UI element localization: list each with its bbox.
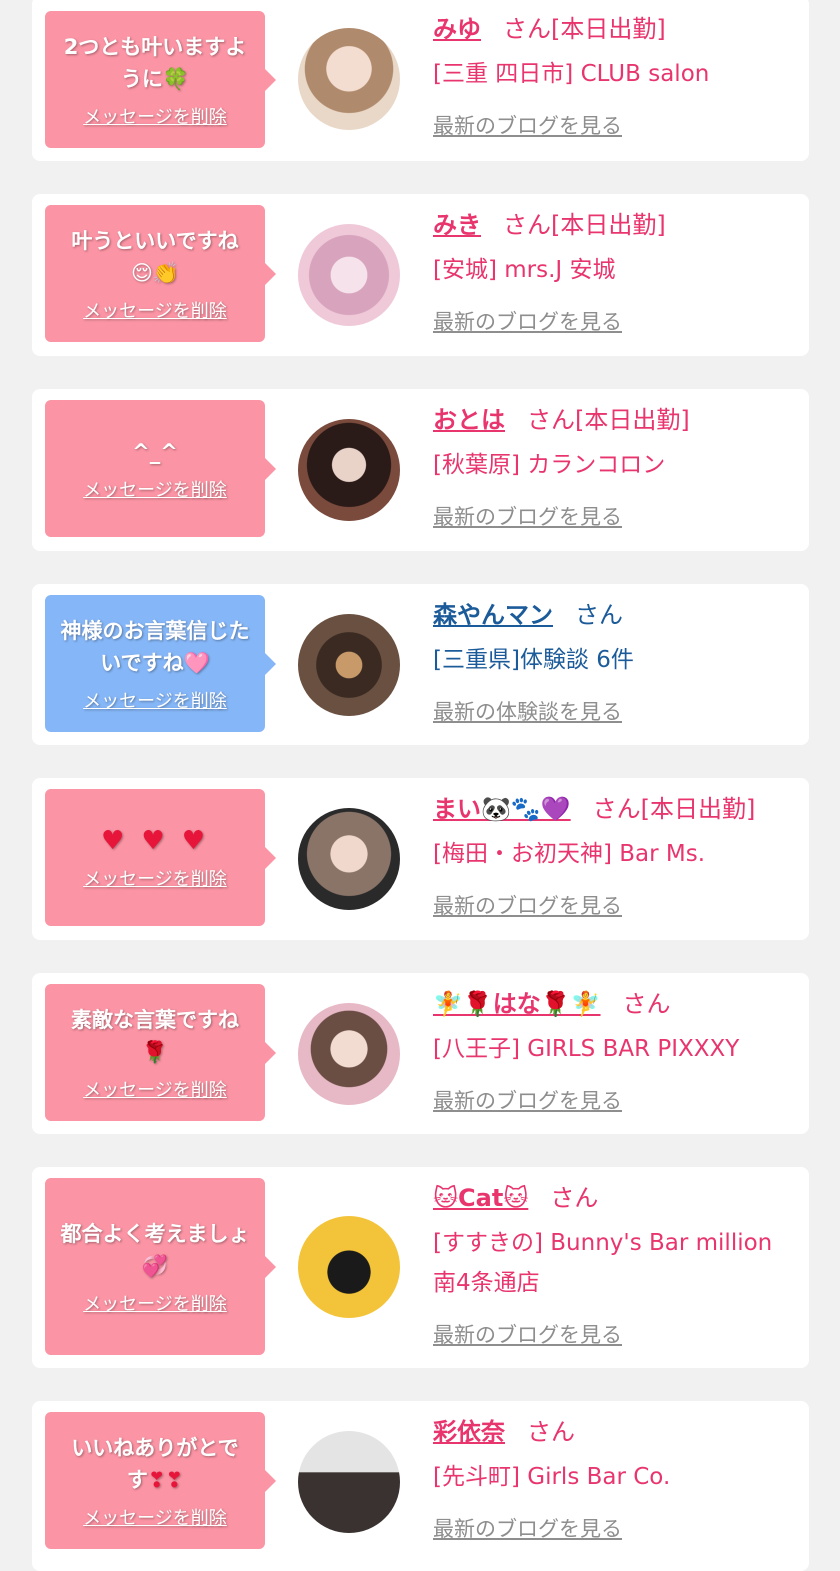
avatar[interactable] xyxy=(298,224,400,326)
shop-name: [秋葉原] カランコロン xyxy=(433,452,666,478)
avatar[interactable] xyxy=(298,1431,400,1533)
rose-icon: 🌹 xyxy=(141,1039,169,1064)
cast-name-link[interactable]: みゆ xyxy=(433,15,481,43)
delete-message-link[interactable]: メッセージを削除 xyxy=(83,1504,227,1530)
delete-message-link[interactable]: メッセージを削除 xyxy=(83,476,227,502)
avatar[interactable] xyxy=(298,614,400,716)
cast-name-link[interactable]: みき xyxy=(433,211,481,239)
heart-exclamation-icon: ❣❣ xyxy=(147,1467,184,1492)
message-card: ♥ ♥ ♥ メッセージを削除 まい🐼🐾💜 さん[本日出勤] [梅田・お初天神] B… xyxy=(32,778,809,940)
message-text: 叶うといいですね 😌👏 xyxy=(71,228,239,285)
delete-message-link[interactable]: メッセージを削除 xyxy=(83,1076,227,1102)
cast-name-link[interactable]: 🧚🌹はな🌹🧚 xyxy=(433,990,601,1018)
latest-review-link[interactable]: 最新の体験談を見る xyxy=(433,696,799,726)
latest-blog-link[interactable]: 最新のブログを見る xyxy=(433,306,799,336)
hearts-icon: ♥ ♥ ♥ xyxy=(100,825,210,856)
message-card: 素敵な言葉ですね 🌹 メッセージを削除 🧚🌹はな🌹🧚 さん [八王子] GIRLS … xyxy=(32,973,809,1134)
review-count: [三重県]体験談 6件 xyxy=(433,647,634,673)
avatar[interactable] xyxy=(298,1216,400,1318)
message-bubble: いいねありがとです❣❣ メッセージを削除 xyxy=(45,1412,276,1549)
shop-name: [安城] mrs.J 安城 xyxy=(433,257,616,283)
shop-name: [三重 四日市] CLUB salon xyxy=(433,61,710,87)
cast-name-link[interactable]: おとは xyxy=(433,406,505,434)
avatar[interactable] xyxy=(298,28,400,130)
latest-blog-link[interactable]: 最新のブログを見る xyxy=(433,1319,799,1349)
cast-status: さん xyxy=(527,1418,575,1446)
message-text: 都合よく考えましょ💞 xyxy=(60,1221,250,1278)
cast-name-link[interactable]: まい🐼🐾💜 xyxy=(433,795,571,823)
avatar[interactable] xyxy=(298,808,400,910)
message-card: 都合よく考えましょ💞 メッセージを削除 🐱Cat🐱 さん [すすきの] Bunny… xyxy=(32,1167,809,1368)
hearts-emoji-icon: 💞 xyxy=(141,1253,169,1278)
cast-status: さん xyxy=(622,990,671,1018)
cast-status: さん[本日出勤] xyxy=(527,406,690,434)
message-card: ^_^ メッセージを削除 おとは さん[本日出勤] [秋葉原] カランコロン 最新… xyxy=(32,389,809,551)
message-bubble: ^_^ メッセージを削除 xyxy=(45,400,276,537)
delete-message-link[interactable]: メッセージを削除 xyxy=(83,103,227,129)
message-card: 神様のお言葉信じたいですね🩷 メッセージを削除 森やんマン さん [三重県]体験談… xyxy=(32,584,809,745)
message-bubble: 叶うといいですね 😌👏 メッセージを削除 xyxy=(45,205,276,342)
message-card: 2つとも叶いますように🍀 メッセージを削除 みゆ さん[本日出勤] [三重 四日市… xyxy=(32,0,809,161)
clover-icon: 🍀 xyxy=(162,66,190,91)
message-text: ^_^ xyxy=(132,439,178,464)
shop-name: [八王子] GIRLS BAR PIXXXY xyxy=(433,1036,740,1062)
message-card: いいねありがとです❣❣ メッセージを削除 彩依奈 さん [先斗町] Girls B… xyxy=(32,1401,809,1571)
message-text: 2つとも叶いますように🍀 xyxy=(63,34,247,91)
message-bubble: 都合よく考えましょ💞 メッセージを削除 xyxy=(45,1178,276,1355)
shop-name: [梅田・お初天神] Bar Ms. xyxy=(433,841,706,867)
delete-message-link[interactable]: メッセージを削除 xyxy=(83,865,227,891)
delete-message-link[interactable]: メッセージを削除 xyxy=(83,297,227,323)
shop-name: [すすきの] Bunny's Bar million 南4条通店 xyxy=(433,1230,773,1296)
smile-clap-icon: 😌👏 xyxy=(130,260,180,285)
message-text: 神様のお言葉信じたいですね🩷 xyxy=(60,618,250,675)
message-bubble: 神様のお言葉信じたいですね🩷 メッセージを削除 xyxy=(45,595,276,732)
delete-message-link[interactable]: メッセージを削除 xyxy=(83,1290,227,1316)
message-bubble: 素敵な言葉ですね 🌹 メッセージを削除 xyxy=(45,984,276,1121)
latest-blog-link[interactable]: 最新のブログを見る xyxy=(433,1513,799,1543)
cast-status: さん[本日出勤] xyxy=(503,211,666,239)
message-card: 叶うといいですね 😌👏 メッセージを削除 みき さん[本日出勤] [安城] mrs.… xyxy=(32,194,809,356)
shop-name: [先斗町] Girls Bar Co. xyxy=(433,1464,671,1490)
latest-blog-link[interactable]: 最新のブログを見る xyxy=(433,501,799,531)
avatar[interactable] xyxy=(298,419,400,521)
avatar[interactable] xyxy=(298,1003,400,1105)
latest-blog-link[interactable]: 最新のブログを見る xyxy=(433,110,799,140)
user-name-link[interactable]: 森やんマン xyxy=(433,601,553,629)
message-bubble: ♥ ♥ ♥ メッセージを削除 xyxy=(45,789,276,926)
cast-name-link[interactable]: 彩依奈 xyxy=(433,1418,505,1446)
cast-status: さん[本日出勤] xyxy=(503,15,666,43)
latest-blog-link[interactable]: 最新のブログを見る xyxy=(433,1085,799,1115)
message-text: 素敵な言葉ですね 🌹 xyxy=(71,1007,239,1064)
user-suffix: さん xyxy=(575,601,623,629)
latest-blog-link[interactable]: 最新のブログを見る xyxy=(433,890,799,920)
message-text: いいねありがとです❣❣ xyxy=(71,1435,239,1492)
cast-status: さん[本日出勤] xyxy=(592,795,756,823)
delete-message-link[interactable]: メッセージを削除 xyxy=(83,687,227,713)
cast-name-link[interactable]: 🐱Cat🐱 xyxy=(433,1184,528,1212)
cast-status: さん xyxy=(550,1184,599,1212)
pink-heart-icon: 🩷 xyxy=(183,650,210,675)
message-bubble: 2つとも叶いますように🍀 メッセージを削除 xyxy=(45,11,276,148)
